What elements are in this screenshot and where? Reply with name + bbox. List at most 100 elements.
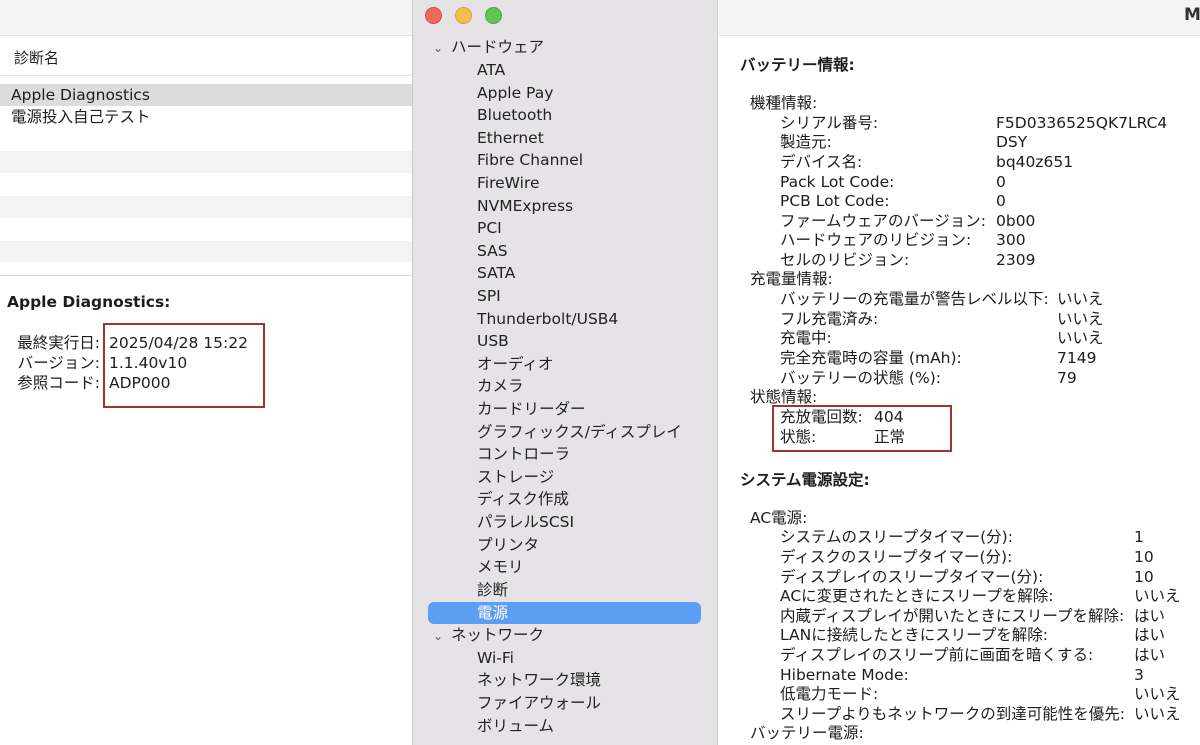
sidebar-item-thunderbolt-usb4[interactable]: Thunderbolt/USB4	[477, 308, 618, 330]
section-hardware[interactable]: ⌄ ハードウェア	[433, 36, 544, 59]
charge-info-value: いいえ	[1057, 329, 1104, 347]
model-info-label: Pack Lot Code:	[780, 173, 895, 191]
charge-info-value: いいえ	[1057, 310, 1104, 328]
highlight-box-diagnostics	[103, 323, 265, 408]
sidebar-item-locations[interactable]: ネットワーク環境	[477, 669, 601, 691]
ac-power-label: Hibernate Mode:	[780, 666, 909, 684]
sidebar-item-ata[interactable]: ATA	[477, 59, 505, 81]
sidebar-item-graphics-display[interactable]: グラフィックス/ディスプレイ	[477, 421, 682, 443]
model-info-label: シリアル番号:	[780, 114, 879, 132]
sidebar-item-apple-pay[interactable]: Apple Pay	[477, 82, 553, 104]
ac-power-label: 低電力モード:	[780, 685, 879, 703]
ac-power-value: はい	[1134, 626, 1166, 644]
diagnostic-row-apple-diagnostics[interactable]: Apple Diagnostics	[0, 84, 412, 106]
chevron-down-icon[interactable]: ⌄	[433, 37, 451, 59]
ac-power-label: システムのスリープタイマー(分):	[780, 528, 1013, 546]
charge-info-value: 7149	[1057, 349, 1097, 367]
section-network[interactable]: ⌄ ネットワーク	[433, 624, 544, 647]
ac-power-value: 1	[1134, 528, 1144, 546]
sidebar-item-pci[interactable]: PCI	[477, 217, 502, 239]
empty-list-row	[0, 151, 412, 173]
empty-list-row	[0, 241, 412, 263]
sidebar-item-storage[interactable]: ストレージ	[477, 466, 554, 488]
charge-info-label: バッテリーの状態 (%):	[780, 369, 941, 387]
power-detail-panel: M バッテリー情報: 機種情報: シリアル番号: F5D0336525QK7LR…	[719, 0, 1200, 745]
diagnostics-panel: 診断名 Apple Diagnostics 電源投入自己テスト Apple Di…	[0, 0, 412, 745]
sidebar-item-nvmexpress[interactable]: NVMExpress	[477, 195, 573, 217]
sidebar-item-disc-burning[interactable]: ディスク作成	[477, 488, 569, 510]
sidebar-item-audio[interactable]: オーディオ	[477, 353, 553, 375]
model-info-value: DSY	[996, 133, 1028, 151]
charge-info-value: いいえ	[1057, 290, 1104, 308]
sidebar-item-diagnostics[interactable]: 診断	[477, 579, 508, 601]
category-sidebar: ⌄ ハードウェア ATA Apple Pay Bluetooth Ethernet…	[412, 0, 718, 745]
detail-title: Apple Diagnostics:	[7, 293, 171, 311]
sidebar-item-card-reader[interactable]: カードリーダー	[477, 398, 586, 420]
model-info-value: 0	[996, 173, 1006, 191]
model-info-label: セルのリビジョン:	[780, 251, 910, 269]
right-title-bar	[719, 0, 1200, 36]
health-info-title: 状態情報:	[750, 388, 818, 406]
charge-info-title: 充電量情報:	[750, 270, 833, 288]
empty-list-row	[0, 196, 412, 218]
sidebar-item-printer[interactable]: プリンタ	[477, 534, 539, 556]
ac-power-label: スリープよりもネットワークの到達可能性を優先:	[780, 705, 1125, 723]
column-header-diagnostic-name[interactable]: 診断名	[14, 47, 59, 68]
sidebar-item-wifi[interactable]: Wi-Fi	[477, 647, 514, 669]
battery-power-title: バッテリー電源:	[750, 724, 864, 742]
charge-info-label: バッテリーの充電量が警告レベル以下:	[780, 290, 1049, 308]
window-title: M	[1184, 5, 1200, 25]
sidebar-item-fibre-channel[interactable]: Fibre Channel	[477, 149, 583, 171]
section-label: ハードウェア	[451, 38, 545, 56]
sidebar-item-parallel-scsi[interactable]: パラレルSCSI	[477, 511, 574, 533]
ac-power-value: 10	[1134, 568, 1154, 586]
sidebar-item-sata[interactable]: SATA	[477, 262, 515, 284]
sidebar-item-firewall[interactable]: ファイアウォール	[477, 692, 601, 714]
ac-power-label: LANに接続したときにスリープを解除:	[780, 626, 1048, 644]
left-title-bar	[0, 0, 412, 36]
model-info-label: デバイス名:	[780, 153, 863, 171]
highlight-box-health	[772, 405, 952, 452]
diagnostic-row-power-on-self-test[interactable]: 電源投入自己テスト	[0, 106, 412, 128]
charge-info-label: 充電中:	[780, 329, 832, 347]
minimize-window-button[interactable]	[455, 7, 472, 24]
sidebar-item-volumes[interactable]: ボリューム	[477, 715, 554, 737]
model-info-value: 0	[996, 192, 1006, 210]
header-divider	[0, 75, 412, 76]
sidebar-item-firewire[interactable]: FireWire	[477, 172, 540, 194]
ac-power-value: いいえ	[1134, 685, 1181, 703]
model-info-value: 0b00	[996, 212, 1036, 230]
battery-info-title: バッテリー情報:	[740, 56, 855, 74]
sidebar-item-power[interactable]: 電源	[477, 602, 508, 624]
charge-info-label: フル充電済み:	[780, 310, 879, 328]
sidebar-item-spi[interactable]: SPI	[477, 285, 501, 307]
sidebar-item-camera[interactable]: カメラ	[477, 375, 524, 397]
sidebar-item-controller[interactable]: コントローラ	[477, 443, 570, 465]
sidebar-item-sas[interactable]: SAS	[477, 240, 508, 262]
model-info-label: PCB Lot Code:	[780, 192, 890, 210]
model-info-value: F5D0336525QK7LRC4	[996, 114, 1168, 132]
ac-power-value: 3	[1134, 666, 1144, 684]
chevron-down-icon[interactable]: ⌄	[433, 625, 451, 647]
sidebar-item-bluetooth[interactable]: Bluetooth	[477, 104, 552, 126]
charge-info-value: 79	[1057, 369, 1077, 387]
charge-info-label: 完全充電時の容量 (mAh):	[780, 349, 962, 367]
sidebar-item-memory[interactable]: メモリ	[477, 556, 524, 578]
sidebar-item-ethernet[interactable]: Ethernet	[477, 127, 544, 149]
ac-power-label: 内蔵ディスプレイが開いたときにスリープを解除:	[780, 607, 1125, 625]
model-info-label: ハードウェアのリビジョン:	[780, 231, 972, 249]
ac-power-value: 10	[1134, 548, 1154, 566]
ac-power-label: ディスクのスリープタイマー(分):	[780, 548, 1013, 566]
list-divider	[0, 262, 412, 276]
ac-power-value: はい	[1134, 607, 1166, 625]
ac-power-value: いいえ	[1134, 587, 1181, 605]
close-window-button[interactable]	[425, 7, 442, 24]
zoom-window-button[interactable]	[485, 7, 502, 24]
ac-power-title: AC電源:	[750, 509, 808, 527]
ac-power-value: いいえ	[1134, 705, 1181, 723]
sidebar-item-usb[interactable]: USB	[477, 330, 509, 352]
model-info-label: 製造元:	[780, 133, 832, 151]
model-info-value: 300	[996, 231, 1026, 249]
section-label: ネットワーク	[451, 626, 545, 644]
ac-power-label: ディスプレイのスリープ前に画面を暗くする:	[780, 646, 1094, 664]
